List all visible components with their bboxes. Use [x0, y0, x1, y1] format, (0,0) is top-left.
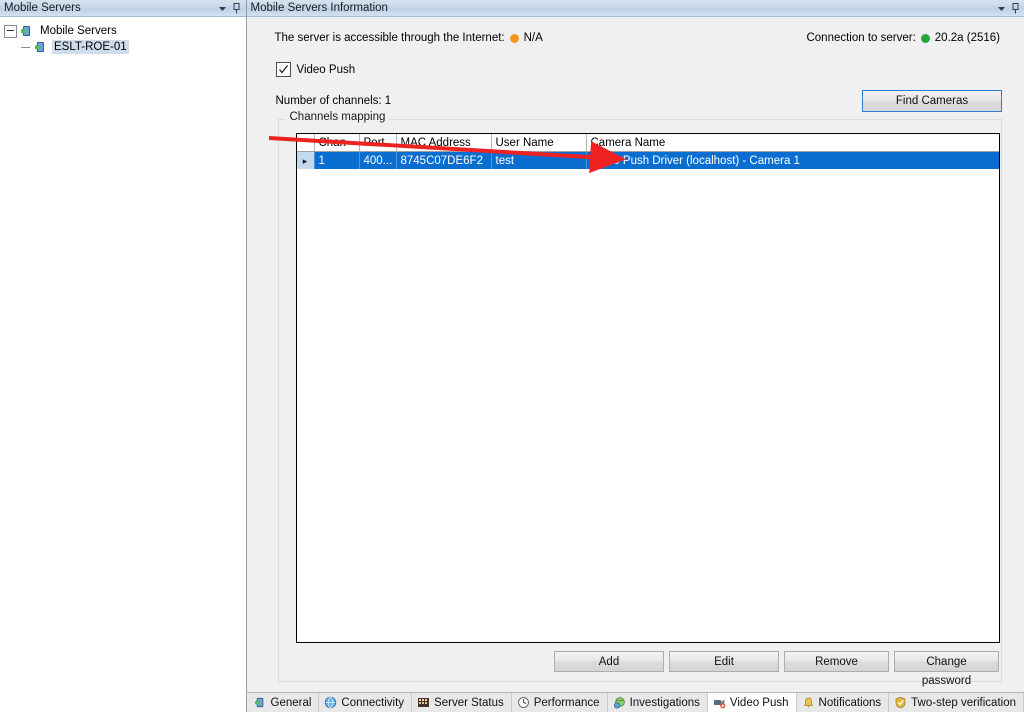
mobile-servers-tree[interactable]: Mobile Servers ESLT-ROE-01: [0, 17, 246, 712]
connection-status-dot-icon: [920, 33, 930, 43]
gauge-icon: [517, 696, 530, 709]
mobile-servers-information-panel: Mobile Servers Information The server is…: [246, 0, 1024, 712]
investigations-icon: [613, 696, 626, 709]
chevron-down-icon[interactable]: [994, 1, 1008, 15]
tab-connectivity-label: Connectivity: [341, 696, 405, 709]
table-row[interactable]: ▸ 1 400... 8745C07DE6F2 test Video Push …: [296, 152, 999, 169]
row-port: 400...: [360, 152, 397, 169]
add-button[interactable]: Add: [554, 651, 664, 672]
tab-performance-label: Performance: [533, 696, 600, 709]
tab-investigations-label: Investigations: [629, 696, 700, 709]
grid-header-mac-address[interactable]: MAC Address: [397, 134, 492, 151]
row-selector-indicator[interactable]: ▸: [296, 152, 315, 169]
information-content: The server is accessible through the Int…: [247, 17, 1024, 692]
find-cameras-button[interactable]: Find Cameras: [862, 90, 1002, 112]
row-user-name: test: [492, 152, 587, 169]
server-status-icon: [417, 696, 430, 709]
tab-connectivity[interactable]: Connectivity: [319, 693, 413, 712]
remove-button[interactable]: Remove: [784, 651, 889, 672]
tree-node-root[interactable]: Mobile Servers: [2, 23, 246, 39]
tab-two-step-verification[interactable]: Two-step verification: [889, 693, 1024, 712]
tab-investigations[interactable]: Investigations: [607, 693, 708, 712]
mobile-server-icon: [254, 696, 267, 709]
row-mac-address: 8745C07DE6F2: [397, 152, 492, 169]
mobile-servers-panel-caption: Mobile Servers: [0, 0, 246, 17]
channels-mapping-body: Chan Port MAC Address User Name Camera N…: [295, 133, 1001, 687]
connection-to-server-value: 20.2a (2516): [934, 32, 1000, 44]
bell-icon: [802, 696, 815, 709]
globe-icon: [324, 696, 337, 709]
tab-server-status-label: Server Status: [434, 696, 504, 709]
video-push-settings: The server is accessible through the Int…: [272, 29, 1003, 687]
row-channel: 1: [315, 152, 360, 169]
video-push-checkbox[interactable]: [275, 62, 291, 77]
grid-header-user-name[interactable]: User Name: [492, 134, 587, 151]
internet-accessibility-value: N/A: [523, 32, 543, 44]
channels-count-row: Number of channels: 1 Find Cameras: [273, 90, 1002, 112]
internet-accessibility-label: The server is accessible through the Int…: [274, 32, 505, 44]
channels-mapping-grid[interactable]: Chan Port MAC Address User Name Camera N…: [295, 133, 1000, 643]
video-push-checkbox-row[interactable]: Video Push: [273, 62, 1003, 77]
mobile-server-icon: [20, 24, 34, 38]
settings-tabstrip: General Connectivity Server Status Perfo…: [246, 692, 1024, 712]
checkmark-icon: [278, 65, 288, 74]
connection-to-server-label: Connection to server:: [806, 32, 916, 44]
connection-to-server-status: Connection to server: 20.2a (2516): [806, 32, 1000, 44]
mobile-servers-panel: Mobile Servers Mobile Servers ESLT-ROE-0…: [0, 0, 247, 712]
internet-status-dot-icon: [509, 33, 519, 43]
pin-icon[interactable]: [230, 1, 244, 15]
grid-action-buttons: Add Edit Remove Change password: [296, 643, 1001, 687]
grid-header-indicator: [296, 134, 315, 151]
tab-notifications-label: Notifications: [818, 696, 882, 709]
change-password-button[interactable]: Change password: [894, 651, 999, 687]
edit-button[interactable]: Edit: [669, 651, 779, 672]
channels-mapping-groupbox: Channels mapping Chan Port MAC Address U…: [277, 111, 1002, 687]
information-panel-caption: Mobile Servers Information: [246, 0, 1024, 17]
tree-elbow-icon: [20, 42, 31, 53]
channels-mapping-legend: Channels mapping: [285, 111, 390, 123]
tab-two-step-verification-label: Two-step verification: [911, 696, 1016, 709]
application-window: Mobile Servers Mobile Servers ESLT-ROE-0…: [0, 0, 1024, 712]
shield-icon: [894, 696, 907, 709]
server-status-row: The server is accessible through the Int…: [273, 29, 1003, 47]
tab-video-push-label: Video Push: [729, 696, 789, 709]
tree-node-eslt-roe-01[interactable]: ESLT-ROE-01: [2, 39, 246, 55]
tab-server-status[interactable]: Server Status: [412, 693, 512, 712]
tree-node-root-label: Mobile Servers: [40, 25, 117, 37]
collapse-expander-icon[interactable]: [4, 24, 17, 38]
mobile-server-icon: [34, 40, 48, 54]
tab-general[interactable]: General: [248, 693, 320, 712]
mobile-servers-panel-title: Mobile Servers: [4, 2, 81, 14]
grid-header-port[interactable]: Port: [360, 134, 397, 151]
video-push-icon: [713, 696, 726, 709]
video-push-label: Video Push: [296, 63, 356, 76]
tab-video-push[interactable]: Video Push: [707, 693, 797, 712]
grid-header-channel[interactable]: Chan: [315, 134, 360, 151]
internet-accessibility-status: The server is accessible through the Int…: [275, 32, 543, 44]
tab-general-label: General: [270, 696, 312, 709]
grid-header-camera-name[interactable]: Camera Name: [587, 134, 1000, 151]
tree-node-eslt-roe-01-label: ESLT-ROE-01: [52, 40, 129, 54]
number-of-channels-label: Number of channels: 1: [275, 95, 392, 107]
pin-icon[interactable]: [1008, 1, 1022, 15]
tab-performance[interactable]: Performance: [511, 693, 608, 712]
chevron-down-icon[interactable]: [216, 1, 230, 15]
row-camera-name: Video Push Driver (localhost) - Camera 1: [590, 155, 800, 167]
grid-header-row: Chan Port MAC Address User Name Camera N…: [296, 134, 1000, 152]
information-panel-title: Mobile Servers Information: [250, 2, 388, 14]
tab-notifications[interactable]: Notifications: [796, 693, 890, 712]
